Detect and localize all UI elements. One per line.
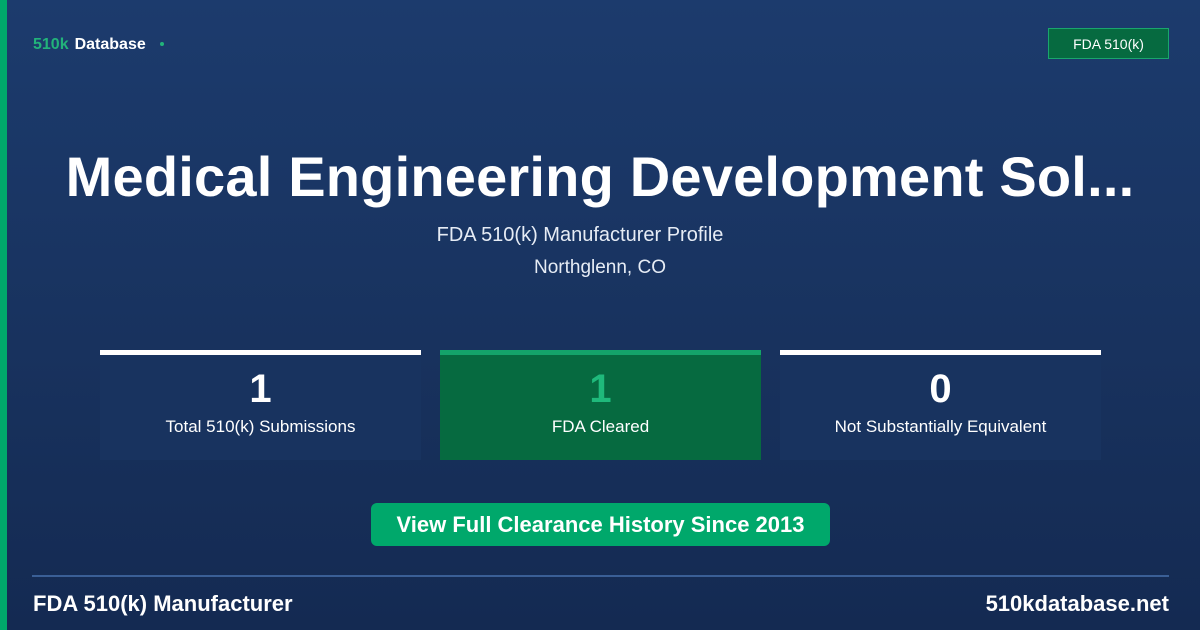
brand-logo[interactable]: 510k Database [33,36,164,54]
stat-card-top-bar [780,350,1101,355]
stat-value-not-substantially-equivalent: 0 [929,367,952,411]
stat-card-top-bar [440,350,761,355]
footer-category-label: FDA 510(k) Manufacturer [33,591,293,616]
stat-label-total-submissions: Total 510(k) Submissions [165,417,356,436]
brand-database: Database [74,36,146,53]
page-subtitle: FDA 510(k) Manufacturer Profile [436,224,724,246]
footer-site-link[interactable]: 510kdatabase.net [986,591,1169,617]
left-accent-bar [0,0,7,630]
footer-divider [32,575,1169,577]
page-title: Medical Engineering Development Sol... [65,145,1135,208]
stat-value-total-submissions: 1 [249,367,272,411]
stat-label-not-substantially-equivalent: Not Substantially Equivalent [834,417,1047,436]
view-clearance-history-button[interactable]: View Full Clearance History Since 2013 [371,503,830,546]
manufacturer-location: Northglenn, CO [533,257,666,278]
stat-label-fda-cleared: FDA Cleared [551,417,650,436]
brand-510k: 510k [33,36,69,53]
stat-card-not-substantially-equivalent: 0 Not Substantially Equivalent [780,350,1101,460]
brand-dot-icon [159,42,164,46]
stat-card-fda-cleared: 1 FDA Cleared [440,350,761,460]
stat-card-top-bar [100,350,421,355]
stat-card-total-submissions: 1 Total 510(k) Submissions [100,350,421,460]
fda-510k-badge: FDA 510(k) [1048,28,1169,59]
stat-value-fda-cleared: 1 [589,367,612,411]
